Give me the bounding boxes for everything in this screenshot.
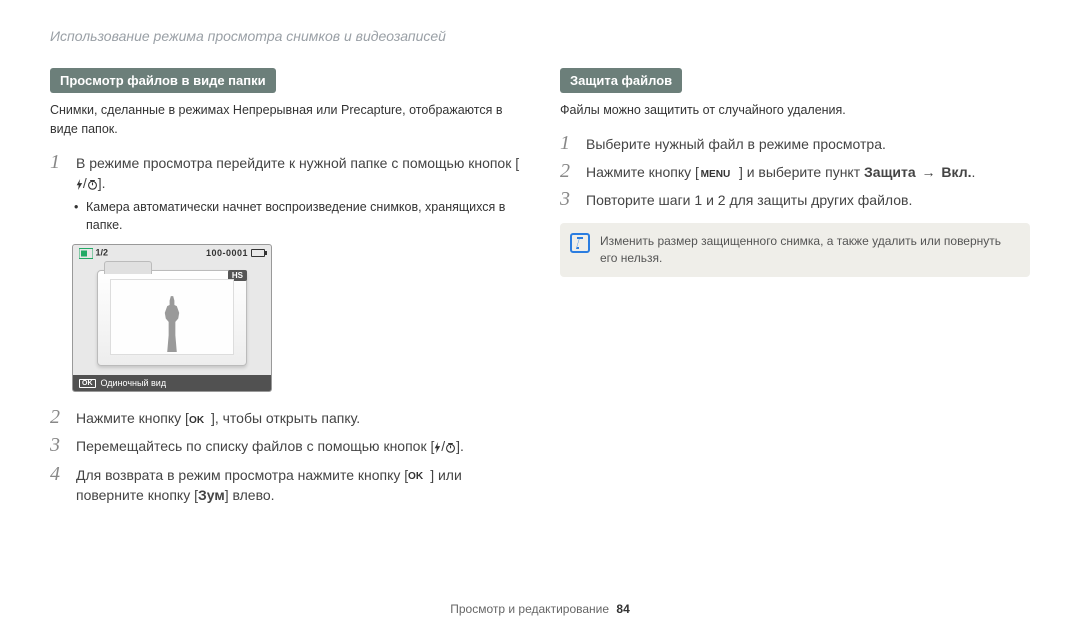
step-body: В режиме просмотра перейдите к нужной па… bbox=[76, 151, 520, 194]
folder-icon: HS bbox=[97, 270, 247, 366]
step-body: Выберите нужный файл в режиме просмотра. bbox=[586, 132, 1030, 154]
zoom-label: Зум bbox=[198, 487, 225, 503]
screen-topbar: 1/2 100-0001 bbox=[73, 245, 271, 261]
right-column: Защита файлов Файлы можно защитить от сл… bbox=[560, 68, 1030, 511]
left-step1-text-a: В режиме просмотра перейдите к нужной па… bbox=[76, 155, 519, 171]
right-section-header: Защита файлов bbox=[560, 68, 682, 93]
step-body: Повторите шаги 1 и 2 для защиты других ф… bbox=[586, 188, 1030, 210]
folder-inner bbox=[110, 279, 234, 355]
battery-icon bbox=[251, 249, 265, 257]
menu-icon: MENU bbox=[699, 166, 739, 180]
left-bullet: Камера автоматически начнет воспроизведе… bbox=[74, 199, 520, 234]
timer-icon bbox=[87, 177, 98, 191]
left-step4-a: Для возврата в режим просмотра нажмите к… bbox=[76, 467, 408, 483]
left-step3-a: Перемещайтесь по списку файлов с помощью… bbox=[76, 438, 434, 454]
right-step2-c: . bbox=[972, 164, 976, 180]
left-step-3: 3 Перемещайтесь по списку файлов с помощ… bbox=[50, 434, 520, 456]
svg-text:OK: OK bbox=[408, 472, 424, 482]
ok-mini-icon: OK bbox=[79, 379, 96, 388]
left-step2-a: Нажмите кнопку [ bbox=[76, 410, 189, 426]
screen-bottom-label: Одиночный вид bbox=[101, 378, 167, 388]
camera-screen-mock: 1/2 100-0001 HS OK Одиночный вид bbox=[72, 244, 272, 392]
footer-section: Просмотр и редактирование bbox=[450, 602, 609, 616]
step-body: Нажмите кнопку [MENU ] и выберите пункт З… bbox=[586, 160, 1030, 182]
footer-page-number: 84 bbox=[616, 602, 629, 616]
ok-icon: OK bbox=[408, 469, 430, 483]
left-intro: Снимки, сделанные в режимах Непрерывная … bbox=[50, 101, 520, 139]
left-step3-b: ]. bbox=[456, 438, 464, 454]
step-number: 1 bbox=[50, 151, 68, 173]
right-step-1: 1 Выберите нужный файл в режиме просмотр… bbox=[560, 132, 1030, 154]
note-box: Изменить размер защищенного снимка, а та… bbox=[560, 223, 1030, 278]
step-number: 4 bbox=[50, 463, 68, 485]
left-step4-c: ] влево. bbox=[225, 487, 275, 503]
right-step2-a: Нажмите кнопку [ bbox=[586, 164, 699, 180]
step-number: 1 bbox=[560, 132, 578, 154]
left-step-4: 4 Для возврата в режим просмотра нажмите… bbox=[50, 463, 520, 506]
screen-top-right: 100-0001 bbox=[206, 248, 265, 258]
folder-area: HS bbox=[73, 261, 271, 375]
protect-label: Защита bbox=[864, 164, 916, 180]
right-step-2: 2 Нажмите кнопку [MENU ] и выберите пункт… bbox=[560, 160, 1030, 182]
step-number: 2 bbox=[50, 406, 68, 428]
right-step-3: 3 Повторите шаги 1 и 2 для защиты других… bbox=[560, 188, 1030, 210]
person-silhouette bbox=[160, 296, 184, 352]
right-step2-b: ] и выберите пункт bbox=[739, 164, 864, 180]
page-title: Использование режима просмотра снимков и… bbox=[50, 28, 1030, 44]
folder-id: 100-0001 bbox=[206, 248, 248, 258]
page-footer: Просмотр и редактирование 84 bbox=[0, 602, 1080, 616]
note-text: Изменить размер защищенного снимка, а та… bbox=[600, 234, 1001, 265]
arrow-right-icon: → bbox=[922, 162, 936, 182]
timer-icon bbox=[445, 441, 456, 455]
step-number: 3 bbox=[50, 434, 68, 456]
left-step1-text-b: ]. bbox=[98, 175, 106, 191]
ok-icon: OK bbox=[189, 412, 211, 426]
step-number: 2 bbox=[560, 160, 578, 182]
counter-value: 1/2 bbox=[96, 247, 109, 257]
svg-text:MENU: MENU bbox=[701, 169, 731, 179]
left-step2-b: ], чтобы открыть папку. bbox=[211, 410, 360, 426]
flash-icon bbox=[76, 177, 83, 191]
left-column: Просмотр файлов в виде папки Снимки, сде… bbox=[50, 68, 520, 511]
screen-counter: 1/2 bbox=[79, 246, 108, 260]
right-intro: Файлы можно защитить от случайного удале… bbox=[560, 101, 1030, 120]
step-number: 3 bbox=[560, 188, 578, 210]
screen-bottombar: OK Одиночный вид bbox=[73, 375, 271, 391]
note-info-icon bbox=[570, 233, 590, 253]
step-body: Для возврата в режим просмотра нажмите к… bbox=[76, 463, 520, 506]
left-section-header: Просмотр файлов в виде папки bbox=[50, 68, 276, 93]
step-body: Перемещайтесь по списку файлов с помощью… bbox=[76, 434, 520, 456]
content-columns: Просмотр файлов в виде папки Снимки, сде… bbox=[50, 68, 1030, 511]
svg-text:OK: OK bbox=[189, 415, 205, 425]
step-body: Нажмите кнопку [OK ], чтобы открыть папку… bbox=[76, 406, 520, 428]
on-label: Вкл. bbox=[941, 164, 971, 180]
left-step-1: 1 В режиме просмотра перейдите к нужной … bbox=[50, 151, 520, 194]
frame-icon bbox=[79, 246, 93, 260]
left-step-2: 2 Нажмите кнопку [OK ], чтобы открыть пап… bbox=[50, 406, 520, 428]
